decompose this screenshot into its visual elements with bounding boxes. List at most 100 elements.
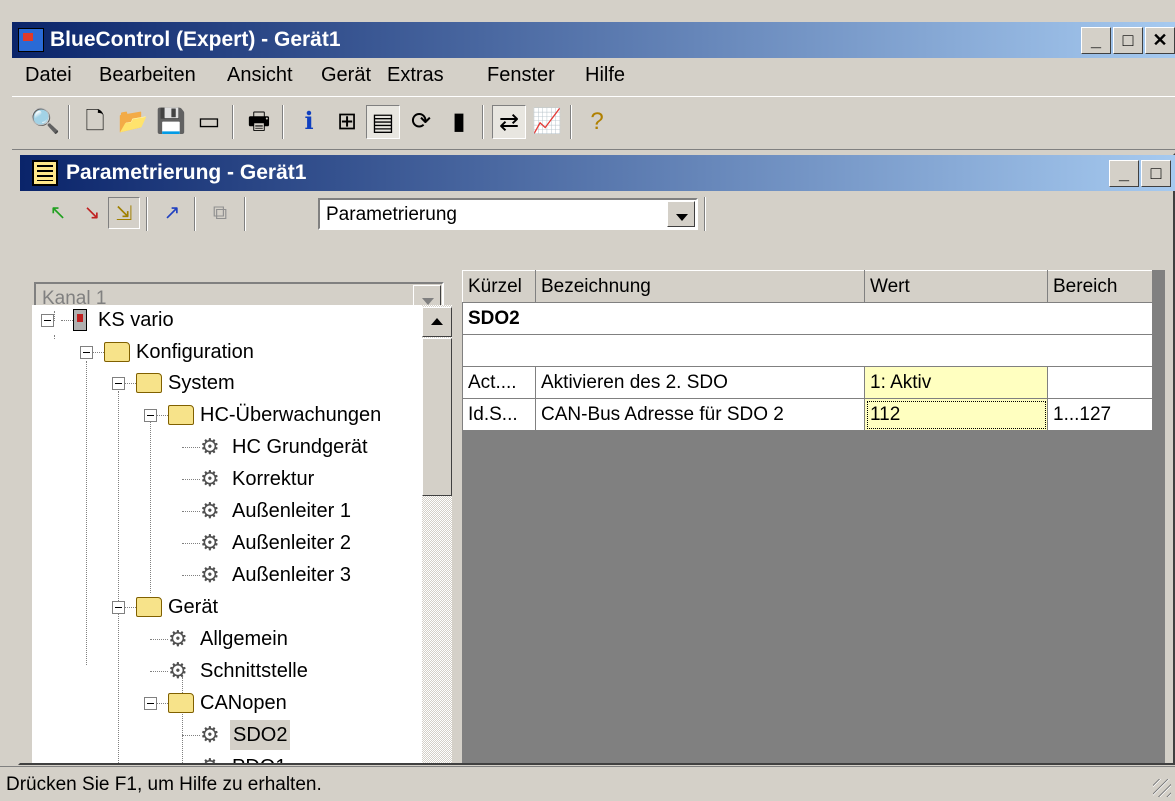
group-label: SDO2 (462, 302, 1153, 335)
main-title-bar[interactable]: BlueControl (Expert) - Gerät1 _ □ ✕ (12, 22, 1175, 58)
tree-item-aussenleiter-3[interactable]: Außenleiter 3 (232, 560, 351, 590)
cell-wert[interactable]: 112 (864, 398, 1048, 431)
collapse-toggle[interactable] (112, 601, 125, 614)
gear-icon: ⚙ (200, 498, 220, 523)
resize-grip-icon[interactable] (1153, 779, 1171, 797)
cell-wert[interactable]: 1: Aktiv (864, 366, 1048, 399)
print-icon[interactable]: 🖶 (242, 105, 276, 139)
trend-chart-icon[interactable]: 📈 (530, 105, 564, 139)
tree-item-sdo2[interactable]: SDO2 (230, 720, 291, 750)
tree-item-system[interactable]: System (168, 368, 235, 398)
tree-item-aussenleiter-1[interactable]: Außenleiter 1 (232, 496, 351, 526)
folder-open-icon (168, 405, 194, 425)
tree-scrollbar[interactable] (422, 305, 452, 763)
menu-fenster[interactable]: Fenster (487, 64, 555, 87)
scroll-up-button[interactable] (422, 307, 452, 337)
column-header-bezeichnung[interactable]: Bezeichnung (535, 270, 865, 303)
column-header-bereich[interactable]: Bereich (1047, 270, 1153, 303)
tree-item-konfiguration[interactable]: Konfiguration (136, 337, 254, 367)
chevron-down-icon[interactable] (667, 201, 695, 227)
toolbar-separator (146, 197, 148, 231)
write-to-device-icon[interactable]: ↘ (76, 197, 108, 229)
gear-icon: ⚙ (200, 434, 220, 459)
read-from-device-icon[interactable]: ↖ (42, 197, 74, 229)
cell-bereich: 1...127 (1047, 398, 1153, 431)
gear-icon: ⚙ (168, 658, 188, 683)
menu-geraet[interactable]: Gerät (321, 64, 371, 87)
scroll-thumb[interactable] (422, 338, 452, 496)
collapse-toggle[interactable] (144, 697, 157, 710)
column-header-kuerzel[interactable]: Kürzel (462, 270, 536, 303)
cell-bereich (1047, 366, 1153, 399)
collapse-toggle[interactable] (144, 409, 157, 422)
table-row[interactable]: Id.S... CAN-Bus Adresse für SDO 2 112 1.… (462, 398, 1153, 431)
collapse-toggle[interactable] (112, 377, 125, 390)
help-icon[interactable]: ? (580, 105, 614, 139)
menu-bar: Datei Bearbeiten Ansicht Gerät Extras Fe… (12, 58, 1175, 94)
parameter-tree[interactable]: KS vario Konfiguration System HC-Überwac… (32, 305, 422, 763)
status-text: Drücken Sie F1, um Hilfe zu erhalten. (6, 774, 322, 795)
open-folder-icon[interactable]: 📂 (116, 105, 150, 139)
tree-item-ks-vario[interactable]: KS vario (98, 305, 174, 335)
tree-item-pdo1[interactable]: PDO1 (232, 752, 286, 763)
maximize-button[interactable]: □ (1113, 27, 1143, 54)
tree-item-allgemein[interactable]: Allgemein (200, 624, 288, 654)
save-icon[interactable]: 💾 (154, 105, 188, 139)
tree-view-icon[interactable]: ⊞ (330, 105, 364, 139)
minimize-button[interactable]: _ (1081, 27, 1111, 54)
menu-datei[interactable]: Datei (25, 64, 72, 87)
gear-icon: ⚙ (200, 756, 220, 764)
table-row[interactable]: Act.... Aktivieren des 2. SDO 1: Aktiv (462, 366, 1153, 399)
gear-icon: ⚙ (200, 562, 220, 587)
menu-bearbeiten[interactable]: Bearbeiten (99, 64, 196, 87)
child-window-title: Parametrierung - Gerät1 (66, 161, 307, 184)
menu-hilfe[interactable]: Hilfe (585, 64, 625, 87)
tree-item-geraet[interactable]: Gerät (168, 592, 218, 622)
toolbar-separator (282, 105, 284, 139)
child-title-bar[interactable]: Parametrierung - Gerät1 _ □ (20, 155, 1175, 191)
tree-item-hc-ueberwachungen[interactable]: HC-Überwachungen (200, 400, 381, 430)
view-select[interactable]: Parametrierung (318, 198, 698, 230)
compare-icon[interactable]: ⇲ (108, 197, 140, 229)
tree-item-korrektur[interactable]: Korrektur (232, 464, 314, 494)
parameter-list-icon[interactable]: ▤ (366, 105, 400, 139)
info-icon[interactable]: ℹ (292, 105, 326, 139)
column-header-wert[interactable]: Wert (864, 270, 1048, 303)
folder-open-icon (136, 373, 162, 393)
parameter-info-icon[interactable]: ↗ (156, 197, 188, 229)
gear-icon: ⚙ (200, 466, 220, 491)
folder-open-icon (104, 342, 130, 362)
collapse-toggle[interactable] (80, 346, 93, 359)
toolbar-separator (194, 197, 196, 231)
grid-header-row: Kürzel Bezeichnung Wert Bereich (462, 270, 1153, 303)
toolbar-separator (232, 105, 234, 139)
toolbar-separator (244, 197, 246, 231)
copy-icon[interactable]: ⧉ (204, 197, 236, 229)
close-button[interactable]: ✕ (1145, 27, 1175, 54)
tree-item-canopen[interactable]: CANopen (200, 688, 287, 718)
device-icon[interactable]: ▮ (442, 105, 476, 139)
device-window-icon[interactable]: ▭ (192, 105, 226, 139)
menu-ansicht[interactable]: Ansicht (227, 64, 293, 87)
app-icon[interactable] (18, 28, 44, 52)
tree-item-schnittstelle[interactable]: Schnittstelle (200, 656, 308, 686)
status-bar: Drücken Sie F1, um Hilfe zu erhalten. (0, 766, 1175, 801)
toolbar-separator (570, 105, 572, 139)
folder-open-icon (136, 597, 162, 617)
toolbar-separator (68, 105, 70, 139)
menu-extras[interactable]: Extras (387, 64, 444, 87)
new-file-icon[interactable]: 🗋 (78, 105, 112, 139)
main-toolbar: 🔍 🗋 📂 💾 ▭ 🖶 ℹ ⊞ ▤ ⟳ ▮ ⇄ 📈 ? (12, 96, 1175, 150)
transfer-icon[interactable]: ⟳ (404, 105, 438, 139)
collapse-toggle[interactable] (41, 314, 54, 327)
device-icon (73, 309, 87, 331)
child-minimize-button[interactable]: _ (1109, 160, 1139, 187)
view-select-value: Parametrierung (326, 204, 457, 225)
child-maximize-button[interactable]: □ (1141, 160, 1171, 187)
tree-item-aussenleiter-2[interactable]: Außenleiter 2 (232, 528, 351, 558)
online-connect-icon[interactable]: ⇄ (492, 105, 526, 139)
print-preview-icon[interactable]: 🔍 (28, 105, 62, 139)
tree-item-hc-grundgeraet[interactable]: HC Grundgerät (232, 432, 368, 462)
group-row: SDO2 (462, 302, 1153, 335)
folder-open-icon (168, 693, 194, 713)
